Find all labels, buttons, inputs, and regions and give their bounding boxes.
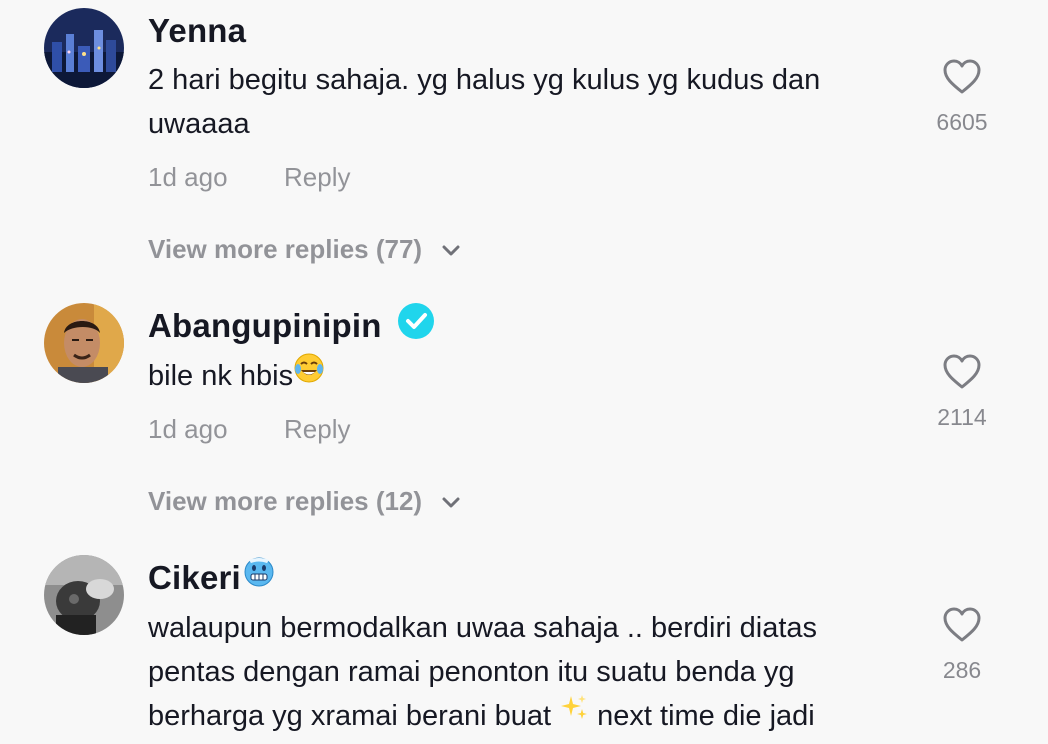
- heart-icon: [930, 606, 994, 649]
- comment-text-line: uwaaaa: [148, 108, 250, 140]
- comment-username-label[interactable]: Abangupinipin: [148, 307, 382, 344]
- comment-username: Abangupinipin: [148, 303, 434, 345]
- view-more-replies-button[interactable]: View more replies (12): [148, 486, 461, 517]
- tears-of-joy-emoji: [293, 352, 325, 397]
- verified-badge-icon: [397, 303, 434, 340]
- comment-username[interactable]: Yenna: [148, 12, 246, 50]
- comment-item: Cikeri walaupun bermodalkan uwaa sahaja …: [0, 550, 1048, 744]
- like-count: 286: [942, 657, 982, 683]
- comment-text-fragment: berharga yg xramai berani buat: [148, 700, 552, 732]
- like-button[interactable]: 286: [930, 606, 994, 684]
- view-more-replies-label: View more replies (12): [148, 486, 423, 516]
- comment-text: walaupun bermodalkan uwaa sahaja .. berd…: [148, 606, 888, 738]
- chevron-down-icon: [441, 234, 461, 265]
- comment-item: Abangupinipin bile nk hbis 1d ago Reply V…: [0, 290, 1048, 550]
- comment-text-content: bile nk hbis: [148, 360, 294, 392]
- like-count: 6605: [936, 109, 988, 135]
- comment-text-line: walaupun bermodalkan uwaa sahaja .. berd…: [148, 612, 818, 644]
- view-more-replies-button[interactable]: View more replies (77): [148, 234, 461, 265]
- reply-button[interactable]: Reply: [284, 162, 350, 193]
- comment-meta: 1d ago Reply: [148, 162, 350, 193]
- comment-text-line: pentas dengan ramai penonton itu suatu b…: [148, 656, 795, 688]
- comment-text-line: berharga yg xramai berani buat next time…: [148, 694, 888, 738]
- like-button[interactable]: 6605: [930, 58, 994, 136]
- avatar[interactable]: [44, 8, 124, 88]
- comment-time: 1d ago: [148, 414, 228, 444]
- comment-item: Yenna 2 hari begitu sahaja. yg halus yg …: [0, 0, 1048, 290]
- reply-button[interactable]: Reply: [284, 414, 350, 445]
- avatar[interactable]: [44, 555, 124, 635]
- comment-text-fragment: next time die jadi: [597, 700, 815, 732]
- comment-meta: 1d ago Reply: [148, 414, 350, 445]
- view-more-replies-label: View more replies (77): [148, 234, 423, 264]
- like-count: 2114: [937, 404, 987, 430]
- sparkles-emoji: [559, 692, 589, 736]
- comment-username: Cikeri: [148, 556, 275, 597]
- comment-text: bile nk hbis: [148, 352, 888, 398]
- comment-text: 2 hari begitu sahaja. yg halus yg kulus …: [148, 58, 888, 146]
- avatar[interactable]: [44, 303, 124, 383]
- comment-text-line: 2 hari begitu sahaja. yg halus yg kulus …: [148, 64, 821, 96]
- cold-face-emoji: [243, 556, 275, 596]
- chevron-down-icon: [441, 486, 461, 517]
- heart-icon: [930, 58, 994, 101]
- like-button[interactable]: 2114: [930, 353, 994, 431]
- comment-time: 1d ago: [148, 162, 228, 192]
- comment-username-label[interactable]: Cikeri: [148, 559, 241, 596]
- heart-icon: [930, 353, 994, 396]
